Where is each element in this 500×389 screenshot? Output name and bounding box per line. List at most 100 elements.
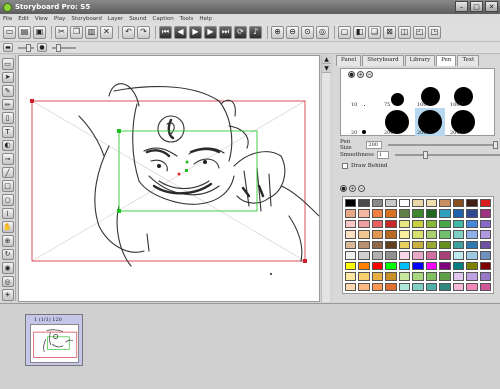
hand-tool-icon[interactable]: ✋ xyxy=(1,221,14,233)
color-swatch[interactable] xyxy=(385,240,397,250)
color-swatch[interactable] xyxy=(385,209,397,218)
remove-color-icon[interactable]: − xyxy=(358,185,365,192)
color-swatch[interactable] xyxy=(412,272,424,281)
rename-scene-icon[interactable]: ◳ xyxy=(428,25,441,39)
copy-icon[interactable]: ❐ xyxy=(70,25,83,39)
color-swatch[interactable] xyxy=(358,251,370,260)
color-swatch[interactable] xyxy=(358,219,370,229)
color-swatch[interactable] xyxy=(371,261,384,271)
eraser-tool-icon[interactable]: ▯ xyxy=(1,112,14,125)
ellipse-tool-icon[interactable]: ○ xyxy=(1,194,14,206)
color-swatch[interactable] xyxy=(452,251,465,260)
color-swatch[interactable] xyxy=(479,240,491,250)
color-swatch[interactable] xyxy=(466,199,478,208)
tab-panel[interactable]: Panel xyxy=(336,55,362,66)
pointer-tool-icon[interactable]: ➤ xyxy=(1,71,14,84)
color-swatch[interactable] xyxy=(479,209,491,218)
zoom-in-icon[interactable]: ⊕ xyxy=(271,25,284,39)
pen-preset[interactable]: 200 T xyxy=(415,108,445,136)
color-swatch[interactable] xyxy=(425,230,438,239)
smoothness-field[interactable]: 1 xyxy=(376,151,389,159)
color-swatch[interactable] xyxy=(398,199,411,208)
tab-pen[interactable]: Pen xyxy=(436,55,457,66)
redo-icon[interactable]: ↷ xyxy=(137,25,150,39)
color-swatch[interactable] xyxy=(439,251,451,260)
color-swatch[interactable] xyxy=(385,199,397,208)
pen-preset[interactable]: 20 xyxy=(349,108,379,136)
tab-library[interactable]: Library xyxy=(404,55,436,66)
menu-tools[interactable]: Tools xyxy=(180,16,194,22)
palette-menu-icon[interactable]: ● xyxy=(340,185,347,192)
duplicate-panel-icon[interactable]: ❏ xyxy=(368,25,381,39)
pen-preset[interactable]: 200 T xyxy=(448,108,478,136)
undo-icon[interactable]: ↶ xyxy=(122,25,135,39)
color-swatch[interactable] xyxy=(345,251,357,260)
color-swatch[interactable] xyxy=(479,251,491,260)
color-swatch[interactable] xyxy=(425,240,438,250)
color-swatch[interactable] xyxy=(398,209,411,218)
color-swatch[interactable] xyxy=(345,199,357,208)
dropper-tool-icon[interactable]: ⊸ xyxy=(1,153,14,165)
color-swatch[interactable] xyxy=(479,282,491,291)
brush-size-slider[interactable] xyxy=(52,43,76,52)
pen-size-field[interactable]: 200 xyxy=(366,141,383,149)
color-swatch[interactable] xyxy=(452,261,465,271)
color-swatch[interactable] xyxy=(385,261,397,271)
brush-tool-icon[interactable]: ✎ xyxy=(1,85,14,97)
color-swatch[interactable] xyxy=(412,282,424,291)
menu-view[interactable]: View xyxy=(35,16,48,22)
zoom-fit-icon[interactable]: ⊙ xyxy=(301,25,314,39)
last-panel-icon[interactable]: ⏭ xyxy=(219,25,232,39)
color-swatch[interactable] xyxy=(385,219,397,229)
zoom-out-icon[interactable]: ⊖ xyxy=(286,25,299,39)
select-tool-icon[interactable]: ▭ xyxy=(1,58,14,70)
color-swatch[interactable] xyxy=(358,282,370,291)
pen-preset[interactable]: 100 T xyxy=(415,80,445,108)
color-swatch[interactable] xyxy=(425,251,438,260)
color-swatch[interactable] xyxy=(358,199,370,208)
menu-help[interactable]: Help xyxy=(199,16,212,22)
color-swatch[interactable] xyxy=(412,199,424,208)
play-icon[interactable]: ▶ xyxy=(189,25,202,39)
color-swatch[interactable] xyxy=(371,282,384,291)
add-color-icon[interactable]: + xyxy=(349,185,356,192)
color-swatch[interactable] xyxy=(412,209,424,218)
previous-panel-icon[interactable]: ◀ xyxy=(174,25,187,39)
color-swatch[interactable] xyxy=(358,272,370,281)
pen-size-slider[interactable] xyxy=(388,141,499,149)
color-swatch[interactable] xyxy=(371,230,384,239)
sound-icon[interactable]: ♪ xyxy=(249,25,262,39)
color-swatch[interactable] xyxy=(452,272,465,281)
color-swatch[interactable] xyxy=(358,261,370,271)
color-swatch[interactable] xyxy=(412,219,424,229)
color-swatch[interactable] xyxy=(439,261,451,271)
color-swatch[interactable] xyxy=(371,251,384,260)
color-swatch[interactable] xyxy=(371,209,384,218)
opacity-slider[interactable] xyxy=(18,43,34,52)
color-swatch[interactable] xyxy=(425,272,438,281)
pen-menu-icon[interactable]: ● xyxy=(348,71,355,78)
color-swatch[interactable] xyxy=(385,251,397,260)
menu-caption[interactable]: Caption xyxy=(153,16,174,22)
menu-sound[interactable]: Sound xyxy=(129,16,146,22)
color-swatch[interactable] xyxy=(425,282,438,291)
onion-skin-icon[interactable]: ◎ xyxy=(1,275,14,288)
add-pen-icon[interactable]: + xyxy=(357,71,364,78)
pen-preset[interactable]: 200 xyxy=(382,108,412,136)
pen-preset[interactable]: 75 xyxy=(382,80,412,108)
color-swatch[interactable] xyxy=(412,261,424,271)
color-swatch[interactable] xyxy=(466,219,478,229)
loop-icon[interactable]: ⟳ xyxy=(234,25,247,39)
color-swatch[interactable] xyxy=(479,230,491,239)
new-project-icon[interactable]: ▭ xyxy=(3,25,16,39)
color-swatch[interactable] xyxy=(412,240,424,250)
color-swatch[interactable] xyxy=(425,219,438,229)
color-swatch[interactable] xyxy=(425,199,438,208)
color-swatch[interactable] xyxy=(371,240,384,250)
stage-vertical-scrollbar[interactable]: ▲ ▼ xyxy=(321,55,331,302)
new-scene-icon[interactable]: ◰ xyxy=(413,25,426,39)
color-swatch[interactable] xyxy=(439,230,451,239)
open-folder-icon[interactable]: ▤ xyxy=(18,25,31,39)
color-swatch[interactable] xyxy=(452,230,465,239)
next-panel-icon[interactable]: ▶ xyxy=(204,25,217,39)
